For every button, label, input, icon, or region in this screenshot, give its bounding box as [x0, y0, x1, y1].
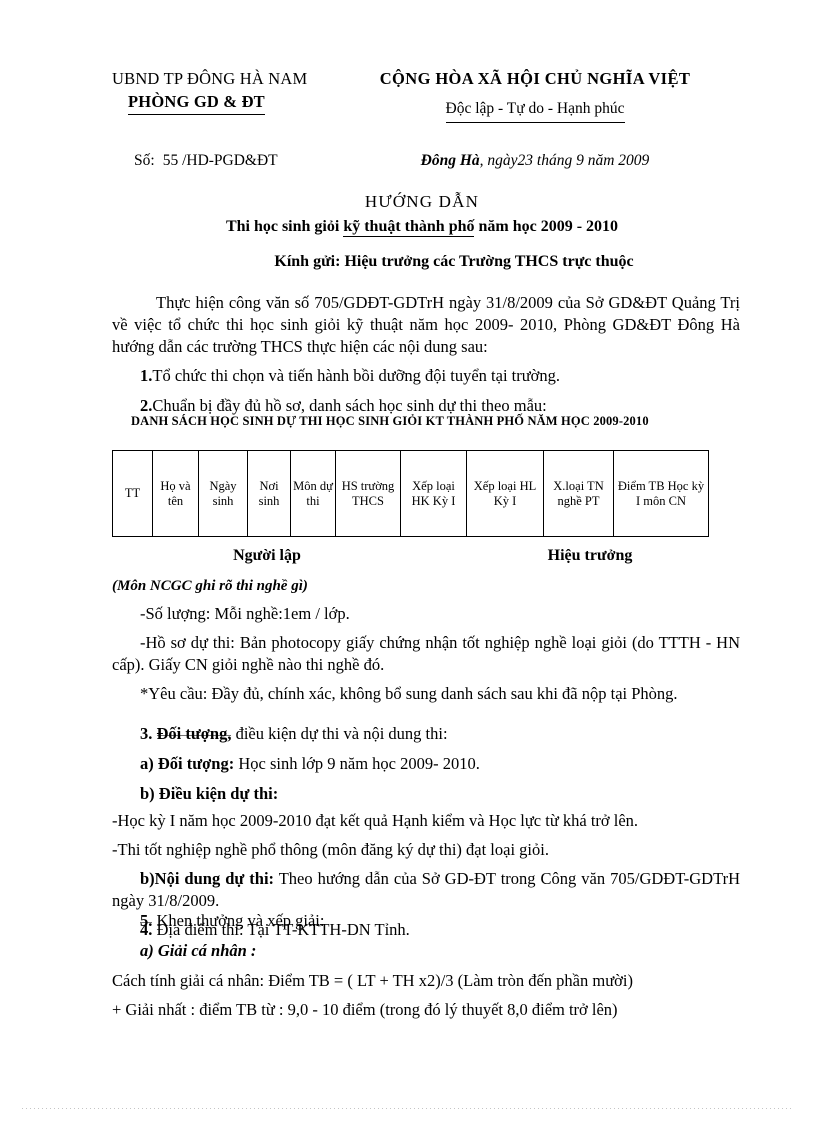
signature-preparer: Người lập [233, 547, 301, 564]
section-3b2-label: b)Nội dung dự thi: [140, 869, 275, 889]
title-block: HƯỚNG DẪN Thi học sinh giỏi kỹ thuật thà… [112, 192, 732, 237]
table-column-header: Xếp loại HK Kỳ I [400, 450, 467, 537]
subject-note: (Môn NCGC ghi rõ thi nghề gì) [112, 578, 308, 594]
intro-paragraph: Thực hiện công văn số 705/GDĐT-GDTrH ngà… [112, 293, 740, 357]
authority-line-2: PHÒNG GD & ĐT [128, 91, 265, 115]
detail-dossier: -Hồ sơ dự thi: Bản photocopy giấy chứng … [112, 633, 740, 675]
item-1-number: 1. [140, 366, 153, 386]
document-number: Số: 55 /HD-PGD&ĐT [112, 152, 358, 170]
authority-line-1: UBND TP ĐÔNG HÀ NAM [112, 69, 308, 88]
table-column-header: HS trường THCS [335, 450, 401, 537]
document-page: UBND TP ĐÔNG HÀ NAM PHÒNG GD & ĐT CỘNG H… [0, 0, 816, 1123]
section-3-heading-struck: Đối tượng, [156, 724, 232, 743]
section-3-number: 3. [140, 724, 153, 743]
issuing-city: Đông Hà [420, 152, 480, 169]
table-column-header: Xếp loại HL Kỳ I [466, 450, 544, 537]
table-column-header: Môn dự thi [290, 450, 336, 537]
subtitle-underlined-part: kỹ thuật thành phố [343, 218, 475, 237]
document-date: Đông Hà, ngày23 tháng 9 năm 2009 [358, 152, 712, 170]
table-column-header: TT [112, 450, 153, 537]
item-1-text: Tổ chức thi chọn và tiến hành bồi dưỡng … [152, 366, 561, 386]
table-header-row: TT Họ và tên Ngày sinh Nơi sinh Môn dự thi HS… [112, 450, 709, 537]
section-3a-text: Học sinh lớp 9 năm học 2009- 2010. [234, 754, 480, 774]
section-3a: a) Đối tượng: Học sinh lớp 9 năm học 200… [112, 753, 740, 775]
table-column-header: Ngày sinh [198, 450, 248, 537]
prize-first: + Giải nhất : điểm TB từ : 9,0 - 10 điểm… [112, 1000, 618, 1020]
condition-2: -Thi tốt nghiệp nghề phổ thông (môn đăng… [112, 840, 549, 860]
item-2-text: Chuẩn bị đầy đủ hồ sơ, danh sách học sin… [152, 396, 547, 416]
section-3a-label: a) Đối tượng: [140, 754, 235, 774]
document-number-value: 55 /HD-PGD&ĐT [162, 152, 278, 169]
scan-artifact-line [22, 1108, 794, 1109]
table-caption: DANH SÁCH HỌC SINH DỰ THI HỌC SINH GIỎI … [131, 414, 649, 428]
subtitle-part-2: năm học 2009 - 2010 [474, 218, 619, 235]
section-3-heading-rest: điều kiện dự thi và nội dung thi: [231, 724, 448, 743]
body-section-3: 3. Đối tượng, điều kiện dự thi và nội du… [112, 723, 740, 813]
table-column-header: Điểm TB Học kỳ I môn CN [613, 450, 709, 537]
table-column-header: Họ và tên [152, 450, 199, 537]
national-heading: CỘNG HÒA XÃ HỘI CHỦ NGHĨA VIỆT Độc lập -… [358, 68, 712, 124]
detail-quantity: -Số lượng: Mỗi nghề:1em / lớp. [140, 604, 350, 623]
section-5-heading: 5. Khen thưởng và xếp giải: [112, 910, 752, 932]
table-column-header: Nơi sinh [247, 450, 291, 537]
score-formula: Cách tính giải cá nhân: Điểm TB = ( LT +… [112, 971, 633, 991]
issuing-authority: UBND TP ĐÔNG HÀ NAM PHÒNG GD & ĐT [112, 68, 358, 115]
condition-1: -Học kỳ I năm học 2009-2010 đạt kết quả … [112, 811, 639, 830]
signature-row: Người lập Hiệu trưởng [112, 547, 740, 565]
document-number-label: Số: [134, 152, 155, 169]
document-subheader: Số: 55 /HD-PGD&ĐT Đông Hà, ngày23 tháng 9… [112, 152, 712, 170]
item-2-number: 2. [140, 396, 153, 416]
section-3b-label: b) Điều kiện dự thi: [140, 784, 279, 804]
section-5-number: 5. [140, 911, 153, 930]
document-header: UBND TP ĐÔNG HÀ NAM PHÒNG GD & ĐT CỘNG H… [112, 68, 712, 124]
section-5-text: Khen thưởng và xếp giải: [152, 911, 325, 930]
student-roster-table: TT Họ và tên Ngày sinh Nơi sinh Môn dự thi HS… [112, 450, 709, 537]
section-3-heading: 3. Đối tượng, điều kiện dự thi và nội du… [112, 723, 740, 745]
detail-requirement: *Yêu cầu: Đầy đủ, chính xác, không bổ su… [140, 684, 678, 704]
recipient-line: Kính gửi: Hiệu trưởng các Trường THCS tr… [274, 253, 634, 270]
table-column-header: X.loại TN nghề PT [543, 450, 614, 537]
subtitle-part-1: Thi học sinh giỏi [225, 218, 344, 235]
country-name: CỘNG HÒA XÃ HỘI CHỦ NGHĨA VIỆT [379, 69, 691, 88]
issuing-date: , ngày23 tháng 9 năm 2009 [479, 152, 650, 169]
section-5a-label: a) Giải cá nhân : [140, 941, 257, 961]
page-subtitle: Thi học sinh giỏi kỹ thuật thành phố năm… [112, 218, 732, 237]
body-section-details: -Số lượng: Mỗi nghề:1em / lớp. -Hồ sơ dự… [112, 603, 740, 712]
body-section-intro: Thực hiện công văn số 705/GDĐT-GDTrH ngà… [112, 292, 740, 426]
section-3b2: b)Nội dung dự thi: Theo hướng dẫn của Sở… [112, 868, 740, 912]
signature-principal: Hiệu trưởng [547, 547, 633, 564]
national-motto: Độc lập - Tự do - Hạnh phúc [445, 99, 625, 124]
numbered-item-1: 1.Tổ chức thi chọn và tiến hành bồi dưỡn… [112, 365, 740, 387]
page-title: HƯỚNG DẪN [364, 192, 480, 211]
body-section-5: 5. Khen thưởng và xếp giải: a) Giải cá n… [112, 910, 752, 1028]
